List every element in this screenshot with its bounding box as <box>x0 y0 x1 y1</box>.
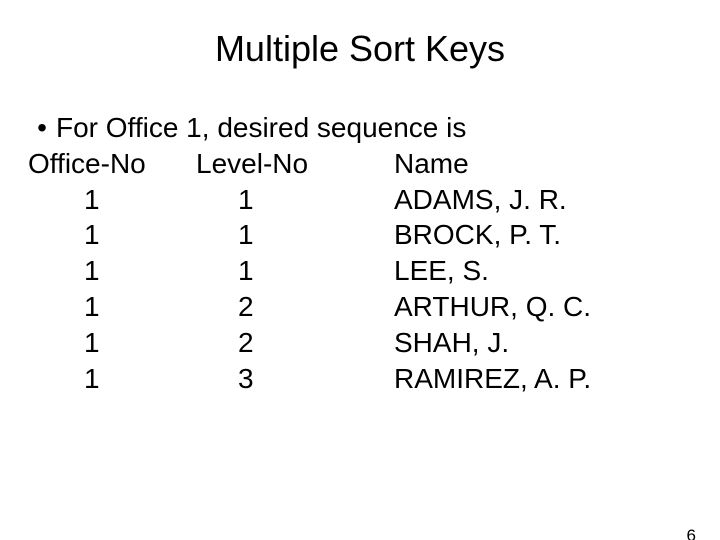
table-row: 1 1 LEE, S. <box>28 253 720 289</box>
cell-name: SHAH, J. <box>350 325 509 361</box>
cell-name: ADAMS, J. R. <box>350 182 567 218</box>
table-header-row: Office-No Level-No Name <box>28 146 720 182</box>
header-name: Name <box>394 146 469 182</box>
cell-level: 1 <box>162 217 350 253</box>
cell-level: 3 <box>162 361 350 397</box>
header-office: Office-No <box>28 146 196 182</box>
cell-level: 1 <box>162 253 350 289</box>
slide-body: • For Office 1, desired sequence is Offi… <box>28 110 720 397</box>
bullet-line: • For Office 1, desired sequence is <box>28 110 720 146</box>
cell-name: RAMIREZ, A. P. <box>350 361 591 397</box>
cell-level: 2 <box>162 325 350 361</box>
cell-name: ARTHUR, Q. C. <box>350 289 591 325</box>
cell-office: 1 <box>28 182 162 218</box>
cell-name: LEE, S. <box>350 253 489 289</box>
table-row: 1 3 RAMIREZ, A. P. <box>28 361 720 397</box>
table-row: 1 1 ADAMS, J. R. <box>28 182 720 218</box>
bullet-dot-icon: • <box>28 110 56 146</box>
page-number: 6 <box>687 526 696 540</box>
table-row: 1 2 SHAH, J. <box>28 325 720 361</box>
slide-title: Multiple Sort Keys <box>0 28 720 70</box>
header-level: Level-No <box>196 146 394 182</box>
cell-level: 2 <box>162 289 350 325</box>
cell-office: 1 <box>28 325 162 361</box>
cell-name: BROCK, P. T. <box>350 217 561 253</box>
table-row: 1 2 ARTHUR, Q. C. <box>28 289 720 325</box>
cell-office: 1 <box>28 361 162 397</box>
cell-office: 1 <box>28 289 162 325</box>
cell-level: 1 <box>162 182 350 218</box>
bullet-text: For Office 1, desired sequence is <box>56 110 466 146</box>
table-row: 1 1 BROCK, P. T. <box>28 217 720 253</box>
cell-office: 1 <box>28 253 162 289</box>
cell-office: 1 <box>28 217 162 253</box>
